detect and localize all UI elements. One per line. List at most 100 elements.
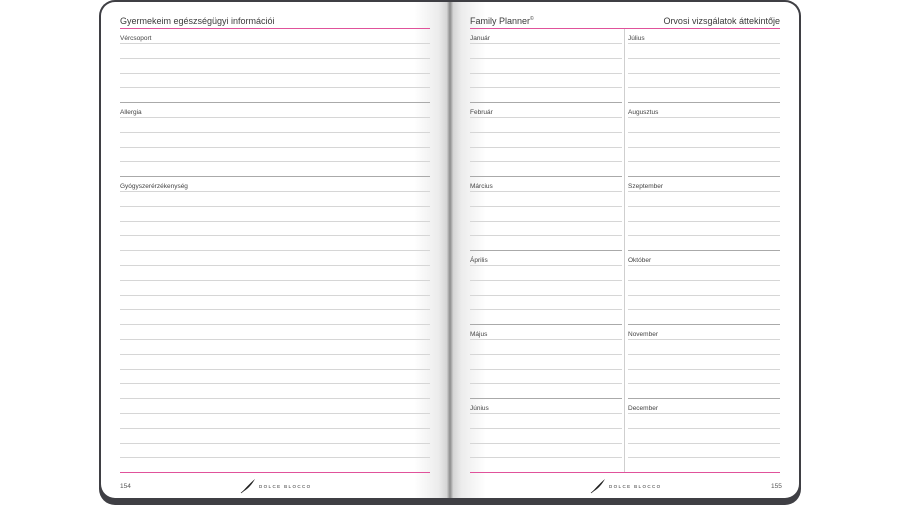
ruled-line [120, 383, 430, 384]
ruled-line [470, 457, 622, 458]
ruled-line [120, 87, 430, 88]
ruled-line [120, 250, 430, 251]
ruled-line [120, 132, 430, 133]
section-label-allergy: Allergia [120, 109, 142, 116]
ruled-line [470, 161, 622, 162]
ruled-line [628, 428, 780, 429]
ruled-line [470, 102, 622, 103]
right-title-underline [470, 28, 780, 29]
right-bottom-rule [470, 472, 780, 473]
ruled-line [628, 221, 780, 222]
right-page-number: 155 [771, 483, 782, 490]
left-page-title: Gyermekeim egészségügyi információi [120, 16, 275, 26]
ruled-line [628, 280, 780, 281]
section-label-blood-type: Vércsoport [120, 35, 152, 42]
ruled-line [470, 147, 622, 148]
ruled-line [628, 102, 780, 103]
ruled-line [120, 117, 430, 118]
month-label-june: Június [470, 405, 489, 412]
section-label-drug-sensitivity: Gyógyszerérzékenység [120, 183, 188, 190]
ruled-line [120, 339, 430, 340]
month-label-november: November [628, 331, 658, 338]
ruled-line [470, 73, 622, 74]
month-label-august: Augusztus [628, 109, 659, 116]
ruled-line [120, 324, 430, 325]
left-page-number: 154 [120, 483, 131, 490]
ruled-line [120, 457, 430, 458]
ruled-line [470, 369, 622, 370]
month-label-march: Március [470, 183, 493, 190]
ruled-line [120, 369, 430, 370]
ruled-line [470, 309, 622, 310]
ruled-line [628, 457, 780, 458]
ruled-line [470, 206, 622, 207]
ruled-line [470, 443, 622, 444]
ruled-line [628, 398, 780, 399]
ruled-line [120, 235, 430, 236]
ruled-line [120, 309, 430, 310]
ruled-line [628, 309, 780, 310]
ruled-line [628, 369, 780, 370]
ruled-line [120, 191, 430, 192]
ruled-line [470, 43, 622, 44]
month-label-january: Január [470, 35, 490, 42]
ruled-line [120, 43, 430, 44]
ruled-line [628, 176, 780, 177]
ruled-line [470, 265, 622, 266]
ruled-line [628, 73, 780, 74]
ruled-line [120, 176, 430, 177]
ruled-line [628, 87, 780, 88]
ruled-line [470, 250, 622, 251]
month-label-september: Szeptember [628, 183, 664, 190]
ruled-line [628, 58, 780, 59]
left-brand-logo: DOLCE BLOCCO [240, 478, 312, 494]
column-separator [624, 29, 625, 472]
ruled-line [120, 295, 430, 296]
brand-name: DOLCE BLOCCO [609, 483, 662, 489]
ruled-line [628, 161, 780, 162]
left-bottom-rule [120, 472, 430, 473]
right-page-title: Orvosi vizsgálatok áttekintője [663, 16, 780, 26]
ruled-line [470, 176, 622, 177]
ruled-line [120, 58, 430, 59]
ruled-line [120, 161, 430, 162]
ruled-line [628, 117, 780, 118]
ruled-line [120, 147, 430, 148]
month-label-february: Február [470, 109, 493, 116]
ruled-line [470, 87, 622, 88]
ruled-line [470, 383, 622, 384]
ruled-line [120, 443, 430, 444]
ruled-line [628, 147, 780, 148]
ruled-line [470, 428, 622, 429]
right-page-brand-title: Family Planner© [470, 16, 534, 26]
feather-icon [590, 479, 605, 494]
ruled-line [120, 398, 430, 399]
ruled-line [470, 413, 622, 414]
ruled-line [628, 191, 780, 192]
ruled-line [470, 398, 622, 399]
ruled-line [628, 206, 780, 207]
left-title-underline [120, 28, 430, 29]
ruled-line [470, 324, 622, 325]
feather-icon [240, 479, 255, 494]
month-label-april: Április [470, 257, 488, 264]
ruled-line [628, 250, 780, 251]
ruled-line [470, 132, 622, 133]
ruled-line [628, 132, 780, 133]
right-brand-logo: DOLCE BLOCCO [590, 478, 662, 494]
ruled-line [120, 265, 430, 266]
ruled-line [628, 383, 780, 384]
month-label-october: Október [628, 257, 652, 264]
ruled-line [628, 235, 780, 236]
ruled-line [120, 413, 430, 414]
month-label-july: Július [628, 35, 645, 42]
ruled-line [120, 428, 430, 429]
ruled-line [628, 443, 780, 444]
ruled-line [470, 280, 622, 281]
ruled-line [120, 73, 430, 74]
ruled-line [628, 43, 780, 44]
ruled-line [470, 295, 622, 296]
ruled-line [628, 295, 780, 296]
ruled-line [120, 280, 430, 281]
ruled-line [628, 413, 780, 414]
